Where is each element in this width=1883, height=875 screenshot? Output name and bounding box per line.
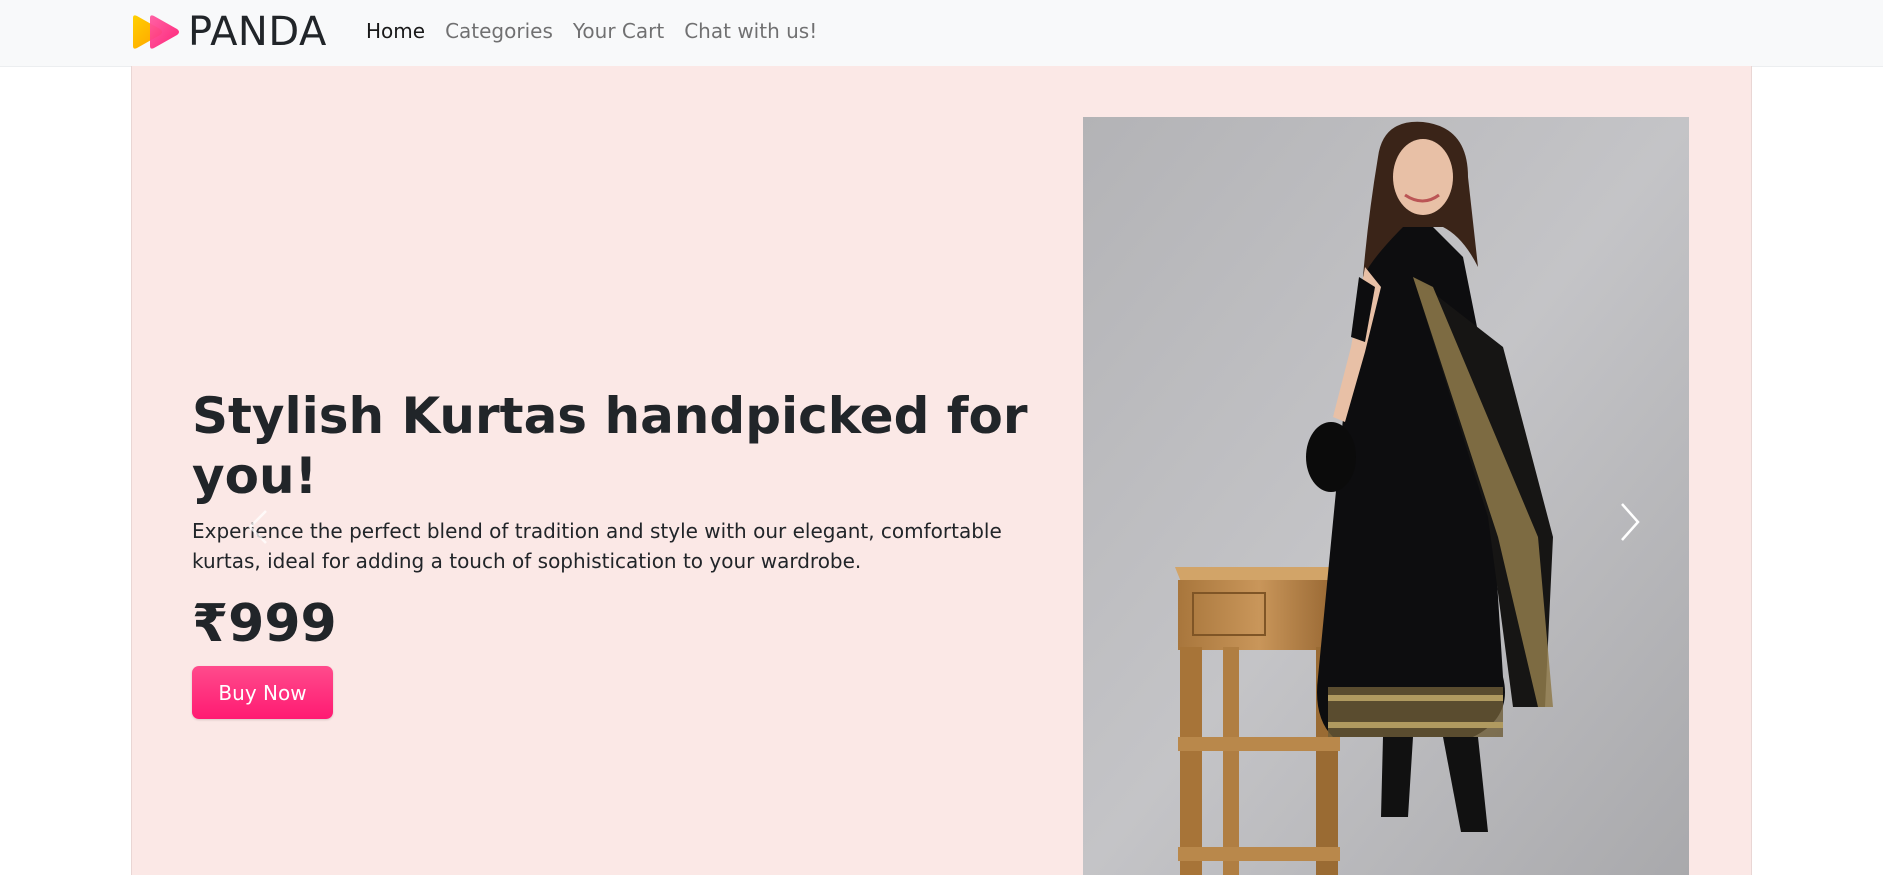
product-image	[1083, 117, 1689, 875]
nav-link-home[interactable]: Home	[366, 19, 425, 43]
hero-title: Stylish Kurtas handpicked for you!	[192, 387, 1028, 505]
top-navbar: PANDA Home Categories Your Cart Chat wit…	[0, 0, 1883, 67]
nav-link-cart[interactable]: Your Cart	[573, 19, 664, 43]
hero-price: ₹999	[192, 594, 337, 654]
hero-description: Experience the perfect blend of traditio…	[192, 519, 1002, 573]
nav-link-categories[interactable]: Categories	[445, 19, 553, 43]
play-arrows-logo-icon	[133, 15, 179, 49]
buy-now-button[interactable]: Buy Now	[192, 666, 333, 719]
chevron-left-icon[interactable]	[244, 507, 272, 547]
nav-links: Home Categories Your Cart Chat with us!	[366, 19, 817, 43]
hero-caption: Stylish Kurtas handpicked for you! Exper…	[192, 386, 1072, 719]
brand-logo[interactable]: PANDA	[130, 10, 327, 54]
brand-name: PANDA	[188, 9, 327, 55]
chevron-right-icon[interactable]	[1614, 500, 1644, 544]
nav-link-chat[interactable]: Chat with us!	[684, 19, 817, 43]
